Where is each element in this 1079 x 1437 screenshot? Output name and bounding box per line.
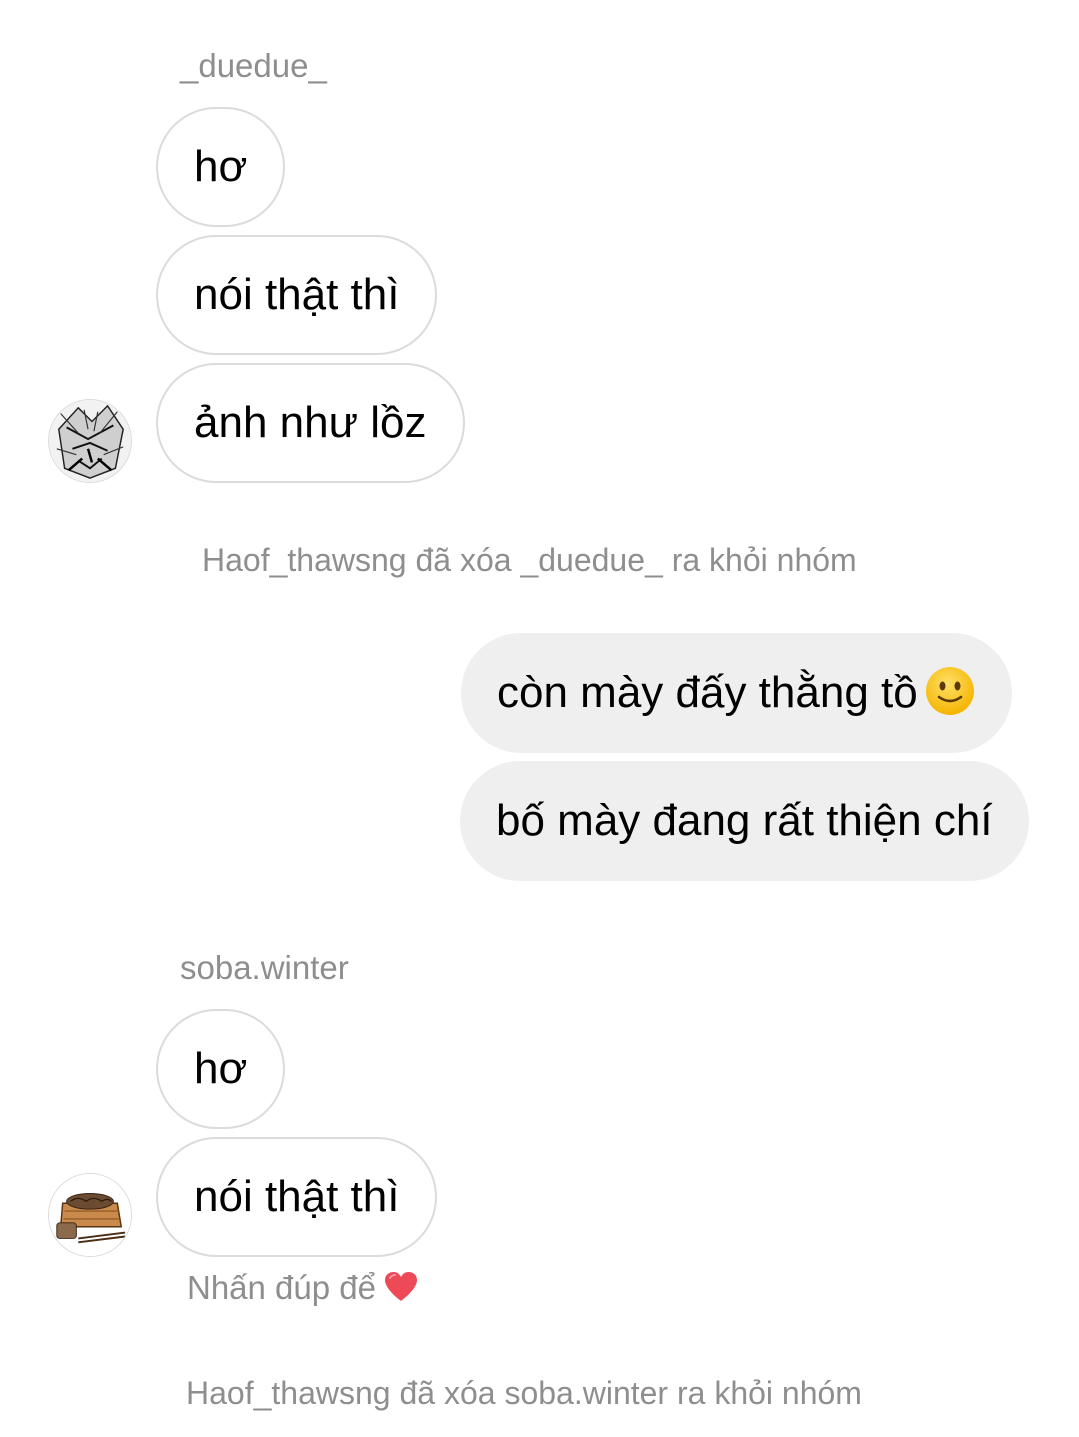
sender-name: _duedue_ (180, 47, 327, 84)
message-bubble[interactable]: nói thật thì (156, 235, 438, 355)
double-tap-hint: Nhấn đúp để (187, 1268, 418, 1308)
heart-icon (385, 1272, 417, 1302)
message-text: hơ (194, 142, 248, 191)
avatar[interactable] (48, 399, 132, 483)
sender-name: soba.winter (180, 949, 349, 986)
own-message-bubble[interactable]: bố mày đang rất thiện chí (460, 761, 1029, 881)
message-bubble[interactable]: nói thật thì (156, 1137, 438, 1257)
manga-sketch-avatar-icon (49, 400, 131, 482)
hint-text: Nhấn đúp để (187, 1269, 376, 1306)
message-bubble[interactable]: hơ (156, 1009, 286, 1129)
slightly-smiling-face-icon (925, 667, 974, 716)
message-text: còn mày đấy thằng tồ (497, 668, 918, 717)
avatar[interactable] (48, 1173, 132, 1257)
message-bubble[interactable]: hơ (156, 107, 286, 227)
message-text: ảnh như lồz (194, 398, 427, 447)
message-text: hơ (194, 1044, 248, 1093)
own-message-bubble[interactable]: còn mày đấy thằng tồ (461, 633, 1012, 753)
message-text: nói thật thì (194, 1172, 400, 1221)
soba-noodles-avatar-icon (49, 1174, 131, 1256)
system-message: Haof_thawsng đã xóa soba.winter ra khỏi … (186, 1375, 862, 1411)
message-text: nói thật thì (194, 270, 400, 319)
message-bubble[interactable]: ảnh như lồz (156, 363, 465, 483)
message-text: bố mày đang rất thiện chí (496, 796, 993, 845)
system-message: Haof_thawsng đã xóa _duedue_ ra khỏi nhó… (202, 542, 857, 578)
